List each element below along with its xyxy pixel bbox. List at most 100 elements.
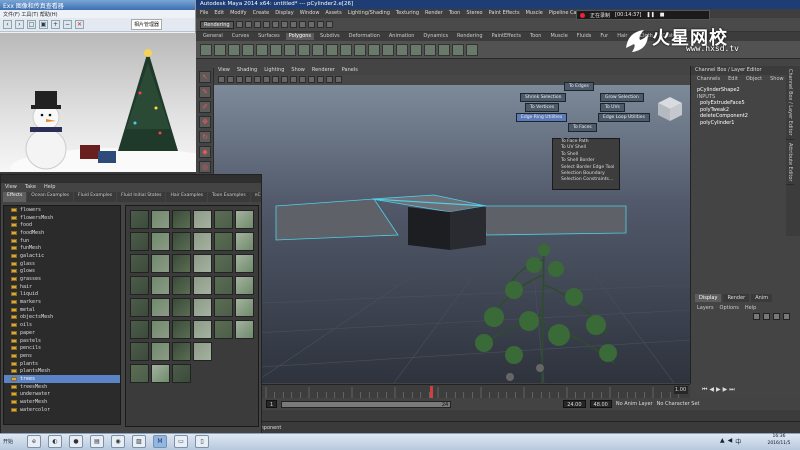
viewport-menu-shading[interactable]: Shading [237, 67, 257, 74]
folder-item[interactable]: liquid [4, 291, 120, 299]
folder-item[interactable]: funMesh [4, 244, 120, 252]
mirror-icon[interactable] [354, 43, 366, 56]
shelf-tab-rendering[interactable]: Rendering [454, 33, 486, 40]
render-icon[interactable] [316, 21, 324, 28]
mm-edge-ring-utilities[interactable]: Edge Ring Utilities [516, 113, 568, 122]
folder-item[interactable]: pens [4, 352, 120, 360]
extract-icon[interactable] [312, 43, 324, 56]
shelf-tab-fluids[interactable]: Fluids [574, 33, 595, 40]
shelf-tab-muscle[interactable]: Muscle [547, 33, 570, 40]
brush-thumbnail[interactable] [193, 232, 212, 251]
photo-viewer-icon[interactable]: ▨ [132, 435, 146, 448]
brush-thumbnail[interactable] [214, 276, 233, 295]
folder-item[interactable]: objectsMesh [4, 314, 120, 322]
brush-thumbnail[interactable] [214, 210, 233, 229]
brush-thumbnail[interactable] [151, 342, 170, 361]
isolate-select-icon[interactable] [335, 76, 342, 83]
start-button[interactable]: 开始 [0, 433, 26, 450]
folder-item[interactable]: glows [4, 268, 120, 276]
brush-thumbnail[interactable] [214, 232, 233, 251]
folder-item[interactable]: pastels [4, 337, 120, 345]
step-forward-icon[interactable]: ▶ [723, 386, 728, 394]
shelf-tab-dynamics[interactable]: Dynamics [420, 33, 451, 40]
brush-thumbnail[interactable] [151, 320, 170, 339]
open-scene-icon[interactable] [244, 21, 252, 28]
brush-thumbnail[interactable] [130, 276, 149, 295]
command-line[interactable] [196, 410, 800, 421]
menu-muscle[interactable]: Muscle [526, 10, 543, 17]
brush-thumbnail[interactable] [235, 298, 254, 317]
step-back-icon[interactable]: ◀ [709, 386, 714, 394]
folder-item[interactable]: plants [4, 360, 120, 368]
visor-tab-hair-examples[interactable]: Hair Examples [166, 192, 208, 202]
select-component-icon[interactable] [280, 21, 288, 28]
folder-item[interactable]: watercolor [4, 406, 120, 414]
mm-edge-loop-utilities[interactable]: Edge Loop Utilities [598, 113, 650, 122]
viewport-menu-show[interactable]: Show [291, 67, 305, 74]
explorer-icon[interactable]: ▤ [90, 435, 104, 448]
perspective-viewport[interactable] [214, 85, 690, 383]
folder-item[interactable]: oils [4, 321, 120, 329]
channel-menu-channels[interactable]: Channels [697, 76, 720, 83]
visor-tab-ocean-examples[interactable]: Ocean Examples [27, 192, 73, 202]
separate-icon[interactable] [298, 43, 310, 56]
brush-thumbnail[interactable] [193, 254, 212, 273]
anim-layer-label[interactable]: No Anim Layer [616, 401, 653, 407]
new-layer-icon[interactable] [753, 313, 760, 320]
folder-item[interactable]: food [4, 221, 120, 229]
viewer-menu[interactable]: 文件(F) 工具(T) 帮助(H) [0, 10, 195, 18]
folder-item[interactable]: grasses [4, 275, 120, 283]
poly-cylinder-icon[interactable] [228, 43, 240, 56]
chrome-icon[interactable]: ◉ [111, 435, 125, 448]
shelf-tab-curves[interactable]: Curves [229, 33, 252, 40]
ime-icon[interactable]: 中 [735, 437, 741, 446]
brush-thumbnail[interactable] [235, 276, 254, 295]
split-polygon-icon[interactable] [410, 43, 422, 56]
brush-thumbnail[interactable] [130, 210, 149, 229]
mm-list-item[interactable]: Selection Constraints... [553, 177, 619, 183]
menu-modify[interactable]: Modify [230, 10, 247, 17]
viewport-menu-renderer[interactable]: Renderer [312, 67, 335, 74]
brush-thumbnail[interactable] [172, 276, 191, 295]
folder-item[interactable]: glass [4, 260, 120, 268]
brush-thumbnail[interactable] [214, 298, 233, 317]
viewport-menu-panels[interactable]: Panels [342, 67, 358, 74]
menu-file[interactable]: File [200, 10, 208, 17]
move-tool-icon[interactable]: ✥ [199, 116, 211, 128]
brush-thumbnail[interactable] [151, 210, 170, 229]
merge-icon[interactable] [452, 43, 464, 56]
next-icon[interactable]: › [15, 20, 24, 29]
layer-tab-anim[interactable]: Anim [751, 294, 773, 302]
menu-display[interactable]: Display [275, 10, 293, 17]
folder-item[interactable]: flowersMesh [4, 214, 120, 222]
channel-menu-object[interactable]: Object [746, 76, 762, 83]
clock[interactable]: 16:36 2016/11/5 [760, 434, 798, 449]
select-tool-icon[interactable]: ↖ [199, 71, 211, 83]
layer-tab-display[interactable]: Display [695, 294, 722, 302]
menu-stereo[interactable]: Stereo [466, 10, 482, 17]
menu-edit[interactable]: Edit [214, 10, 224, 17]
brush-thumbnail[interactable] [151, 276, 170, 295]
layer-menu-help[interactable]: Help [745, 305, 756, 311]
brush-thumbnail[interactable] [193, 276, 212, 295]
camera-icon[interactable] [218, 76, 225, 83]
image-plane-icon[interactable] [245, 76, 252, 83]
bevel-icon[interactable] [438, 43, 450, 56]
shelf-tab-painteffects[interactable]: PaintEffects [489, 33, 524, 40]
menu-texturing[interactable]: Texturing [396, 10, 419, 17]
folder-item[interactable]: fun [4, 237, 120, 245]
mm-shrink-selection[interactable]: Shrink Selection [520, 93, 567, 102]
brush-thumbnail[interactable] [235, 254, 254, 273]
brush-thumbnail[interactable] [235, 210, 254, 229]
shelf-tab-surfaces[interactable]: Surfaces [255, 33, 283, 40]
menu-assets[interactable]: Assets [325, 10, 341, 17]
folder-item[interactable]: galactic [4, 252, 120, 260]
bookmark-icon[interactable] [236, 76, 243, 83]
character-set-label[interactable]: No Character Set [657, 401, 700, 407]
shelf-tab-fur[interactable]: Fur [597, 33, 611, 40]
brush-thumbnail[interactable] [193, 342, 212, 361]
mm-list-item[interactable]: Select Border Edge Tool [553, 165, 619, 171]
fit-icon[interactable]: □ [27, 20, 36, 29]
shelf-tab-deformation[interactable]: Deformation [346, 33, 383, 40]
manipulator-icon[interactable]: ◎ [199, 161, 211, 173]
